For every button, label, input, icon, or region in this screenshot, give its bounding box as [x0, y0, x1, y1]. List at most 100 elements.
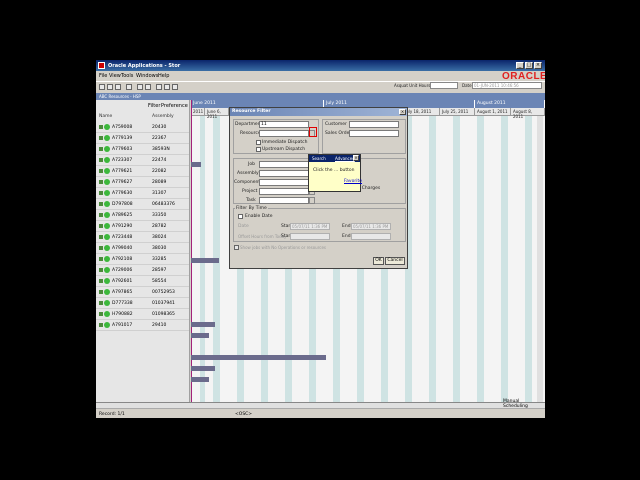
department-field[interactable]: 11 — [259, 121, 309, 128]
job-row[interactable]: A779139 22367 — [96, 133, 189, 144]
maximize-button[interactable]: □ — [525, 62, 533, 69]
job-type-icon — [99, 257, 103, 261]
menu-tools[interactable]: Tools — [121, 73, 133, 79]
job-status-icon — [104, 124, 110, 130]
job-status-icon — [104, 256, 110, 262]
task-field[interactable] — [259, 197, 309, 204]
job-type-icon — [99, 136, 103, 140]
customer-field[interactable] — [349, 121, 399, 128]
dialog-close-button[interactable]: × — [399, 109, 406, 115]
popup-header-advanced[interactable]: Advanced — [335, 156, 355, 161]
menu-file[interactable]: File — [99, 73, 107, 79]
gantt-vertical-scrollbar[interactable] — [537, 116, 543, 402]
project-field[interactable] — [259, 188, 309, 195]
job-row[interactable]: A792601 58554 — [96, 276, 189, 287]
cancel-button[interactable]: Cancel — [385, 257, 405, 265]
job-row[interactable]: A797865 00752953 — [96, 287, 189, 298]
job-bar[interactable] — [191, 377, 209, 382]
unit-hours-field[interactable] — [430, 82, 458, 89]
zoom-icon[interactable] — [145, 84, 151, 90]
component-label: Component — [234, 180, 261, 185]
close-form-icon[interactable] — [126, 84, 132, 90]
print-icon[interactable] — [115, 84, 121, 90]
job-bar[interactable] — [191, 258, 219, 263]
job-name: D777338 — [112, 301, 133, 306]
date-radio-label[interactable]: Date — [238, 224, 249, 229]
job-type-icon — [99, 202, 103, 206]
job-field[interactable] — [259, 161, 309, 168]
job-row[interactable]: A791290 28782 — [96, 221, 189, 232]
gantt-weekend-band — [525, 116, 532, 402]
job-assembly: 22367 — [152, 136, 167, 141]
job-row[interactable]: A779621 22082 — [96, 166, 189, 177]
job-row[interactable]: H790882 01098365 — [96, 309, 189, 320]
job-row[interactable]: A779630 31307 — [96, 188, 189, 199]
component-field[interactable] — [259, 179, 309, 186]
job-list-pane: Filter Preference Name Assembly A759008 2… — [96, 100, 190, 402]
popup-header-search[interactable]: Search — [312, 156, 326, 161]
ok-button[interactable]: OK — [373, 257, 384, 265]
offset-hours-radio-label[interactable]: Offset Hours from Today — [238, 234, 286, 239]
menu-windows[interactable]: Windows — [136, 73, 158, 79]
open-icon[interactable] — [99, 84, 105, 90]
assembly-field[interactable] — [259, 170, 309, 177]
upstream-dispatch-checkbox[interactable] — [256, 147, 261, 152]
enable-date-checkbox[interactable] — [238, 214, 243, 219]
date-field[interactable]: 01-JUN-2011 10:46:56 — [472, 82, 542, 89]
job-bar[interactable] — [191, 333, 209, 338]
menu-help[interactable]: Help — [158, 73, 169, 79]
job-status-icon — [104, 278, 110, 284]
job-row[interactable]: A723448 38024 — [96, 232, 189, 243]
job-name: A797865 — [112, 290, 133, 295]
end-date-field[interactable]: 05/07/11 1:36 PM — [351, 223, 391, 230]
job-type-icon — [99, 279, 103, 283]
name-column-header[interactable]: Name — [99, 114, 112, 119]
job-name: A779621 — [112, 169, 133, 174]
job-assembly: 06483376 — [152, 202, 175, 207]
start-date-field[interactable]: 05/07/11 1:36 PM — [290, 223, 330, 230]
save-icon[interactable] — [107, 84, 113, 90]
job-bar[interactable] — [191, 355, 326, 360]
horizontal-scrollbar[interactable] — [96, 403, 545, 409]
offset-end-field[interactable] — [351, 233, 391, 240]
job-row[interactable]: D797808 06483376 — [96, 199, 189, 210]
job-row[interactable]: A799040 38030 — [96, 243, 189, 254]
osc-indicator: <OSC> — [235, 412, 253, 417]
job-bar[interactable] — [191, 322, 215, 327]
offset-start-field[interactable] — [290, 233, 330, 240]
popup-close-button[interactable]: × — [353, 155, 359, 161]
assembly-column-header[interactable]: Assembly — [152, 114, 174, 119]
job-bar[interactable] — [191, 162, 201, 167]
help-icon[interactable] — [172, 84, 178, 90]
job-row[interactable]: A779627 28089 — [96, 177, 189, 188]
job-assembly: 28597 — [152, 268, 167, 273]
dialog-titlebar: Resource Filter × — [230, 108, 407, 116]
job-status-icon — [104, 190, 110, 196]
task-label: Task — [246, 198, 256, 203]
job-row[interactable]: A791017 29410 — [96, 320, 189, 331]
job-type-icon — [99, 191, 103, 195]
preference-button[interactable]: Preference — [159, 102, 190, 110]
popup-favorite-link[interactable]: Favorite — [344, 179, 362, 184]
resource-field[interactable] — [259, 130, 309, 137]
job-row[interactable]: A759008 20430 — [96, 122, 189, 133]
job-bar[interactable] — [191, 366, 215, 371]
job-row[interactable]: A723307 22474 — [96, 155, 189, 166]
job-row[interactable]: A792108 33285 — [96, 254, 189, 265]
job-status-icon — [104, 223, 110, 229]
task-lov-button[interactable] — [309, 197, 315, 204]
sales-order-field[interactable] — [349, 130, 399, 137]
job-row[interactable]: D777338 01037941 — [96, 298, 189, 309]
refresh-icon[interactable] — [156, 84, 162, 90]
close-button[interactable]: × — [534, 62, 542, 69]
job-name: H790882 — [112, 312, 133, 317]
minimize-button[interactable]: _ — [516, 62, 524, 69]
job-row[interactable]: A789625 33350 — [96, 210, 189, 221]
job-row[interactable]: A779603 38593N — [96, 144, 189, 155]
job-row[interactable]: A729006 28597 — [96, 265, 189, 276]
immediate-dispatch-checkbox[interactable] — [256, 140, 261, 145]
show-jobs-checkbox[interactable] — [234, 245, 239, 250]
menu-view[interactable]: View — [109, 73, 121, 79]
navigator-icon[interactable] — [137, 84, 143, 90]
settings-icon[interactable] — [164, 84, 170, 90]
